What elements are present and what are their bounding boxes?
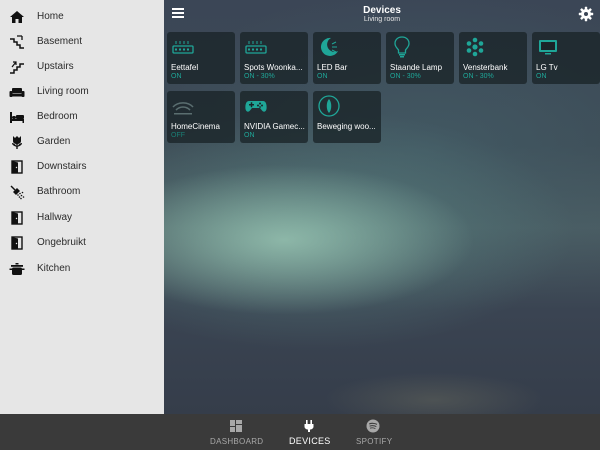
device-tile-eettafel[interactable]: Eettafel ON	[167, 32, 235, 84]
sidebar-item-bedroom[interactable]: Bedroom	[0, 105, 164, 130]
tab-devices[interactable]: DEVICES	[285, 414, 335, 450]
devices-panel: Devices Living room Eettafel ON Spots Wo…	[164, 0, 600, 414]
pot-icon	[9, 261, 25, 277]
sidebar-item-kitchen[interactable]: Kitchen	[0, 257, 164, 282]
bed-icon	[9, 109, 25, 125]
sidebar-item-garden[interactable]: Garden	[0, 130, 164, 155]
plug-icon	[302, 419, 316, 433]
door-icon	[9, 159, 25, 175]
tab-dashboard[interactable]: DASHBOARD	[205, 414, 267, 450]
shower-icon	[9, 184, 25, 200]
device-name: NVIDIA Gamec...	[244, 122, 305, 131]
door-icon	[9, 210, 25, 226]
device-tile-vensterbank[interactable]: Vensterbank ON - 30%	[459, 32, 527, 84]
sidebar-item-label: Hallway	[37, 212, 73, 223]
page-title: Devices	[363, 5, 401, 16]
device-state: ON	[171, 73, 182, 80]
sidebar-item-label: Basement	[37, 36, 83, 47]
home-icon	[9, 9, 25, 25]
dashboard-icon	[229, 419, 243, 433]
moon-light-icon	[317, 35, 341, 59]
sidebar-item-label: Ongebruikt	[37, 237, 86, 248]
sidebar-item-label: Living room	[37, 86, 89, 97]
motion-sensor-icon	[317, 94, 341, 118]
wifi-icon	[171, 94, 195, 118]
led-strip-icon	[244, 35, 268, 59]
door-icon	[9, 235, 25, 251]
sidebar-item-home[interactable]: Home	[0, 5, 164, 30]
stairs-down-icon	[9, 34, 25, 50]
tv-icon	[536, 35, 560, 59]
spotify-icon	[366, 419, 380, 433]
device-name: Beweging woo...	[317, 122, 376, 131]
tab-label: DEVICES	[289, 436, 331, 446]
device-state: ON	[244, 132, 255, 139]
device-tile-spots-woonkamer[interactable]: Spots Woonka... ON - 30%	[240, 32, 308, 84]
device-tile-led-bar[interactable]: LED Bar ON	[313, 32, 381, 84]
device-tile-lg-tv[interactable]: LG Tv ON	[532, 32, 600, 84]
device-name: LED Bar	[317, 63, 348, 72]
device-name: Eettafel	[171, 63, 199, 72]
device-name: Staande Lamp	[390, 63, 443, 72]
sidebar-item-label: Garden	[37, 136, 71, 147]
device-tile-beweging-woonkamer[interactable]: Beweging woo...	[313, 91, 381, 143]
sofa-icon	[9, 84, 25, 100]
device-name: HomeCinema	[171, 122, 220, 131]
stairs-up-icon	[9, 59, 25, 75]
tab-label: DASHBOARD	[210, 437, 264, 446]
device-state: OFF	[171, 132, 185, 139]
device-state: ON - 30%	[463, 73, 494, 80]
sidebar-item-upstairs[interactable]: Upstairs	[0, 55, 164, 80]
app-header: Devices Living room	[164, 0, 600, 28]
sidebar-item-label: Downstairs	[37, 161, 87, 172]
device-tile-homecinema[interactable]: HomeCinema OFF	[167, 91, 235, 143]
device-name: Vensterbank	[463, 63, 508, 72]
bottom-tab-bar: DASHBOARD DEVICES SPOTIFY	[0, 414, 600, 450]
bulb-icon	[390, 35, 414, 59]
sidebar-item-bathroom[interactable]: Bathroom	[0, 180, 164, 205]
sidebar-item-basement[interactable]: Basement	[0, 30, 164, 55]
device-name: LG Tv	[536, 63, 558, 72]
tab-label: SPOTIFY	[356, 437, 393, 446]
device-name: Spots Woonka...	[244, 63, 303, 72]
sidebar-item-label: Upstairs	[37, 61, 74, 72]
tab-spotify[interactable]: SPOTIFY	[352, 414, 398, 450]
gamepad-icon	[244, 94, 268, 118]
sidebar-item-hallway[interactable]: Hallway	[0, 206, 164, 231]
sidebar-item-label: Bedroom	[37, 111, 78, 122]
device-tile-nvidia-gamecast[interactable]: NVIDIA Gamec... ON	[240, 91, 308, 143]
device-state: ON	[317, 73, 328, 80]
device-state: ON - 30%	[244, 73, 275, 80]
flower-icon	[9, 134, 25, 150]
sidebar-item-downstairs[interactable]: Downstairs	[0, 155, 164, 180]
sidebar-item-label: Bathroom	[37, 186, 81, 197]
device-tile-staande-lamp[interactable]: Staande Lamp ON - 30%	[386, 32, 454, 84]
hue-dots-icon	[463, 35, 487, 59]
sidebar: Home Basement Upstairs Living room Bedro…	[0, 0, 164, 414]
sidebar-item-ongebruikt[interactable]: Ongebruikt	[0, 231, 164, 256]
device-state: ON - 30%	[390, 73, 421, 80]
sidebar-item-label: Kitchen	[37, 263, 71, 274]
page-subtitle: Living room	[363, 16, 401, 23]
sidebar-item-living-room[interactable]: Living room	[0, 80, 164, 105]
led-strip-icon	[171, 35, 195, 59]
sidebar-item-label: Home	[37, 11, 64, 22]
gear-icon[interactable]	[578, 6, 594, 22]
device-state: ON	[536, 73, 547, 80]
